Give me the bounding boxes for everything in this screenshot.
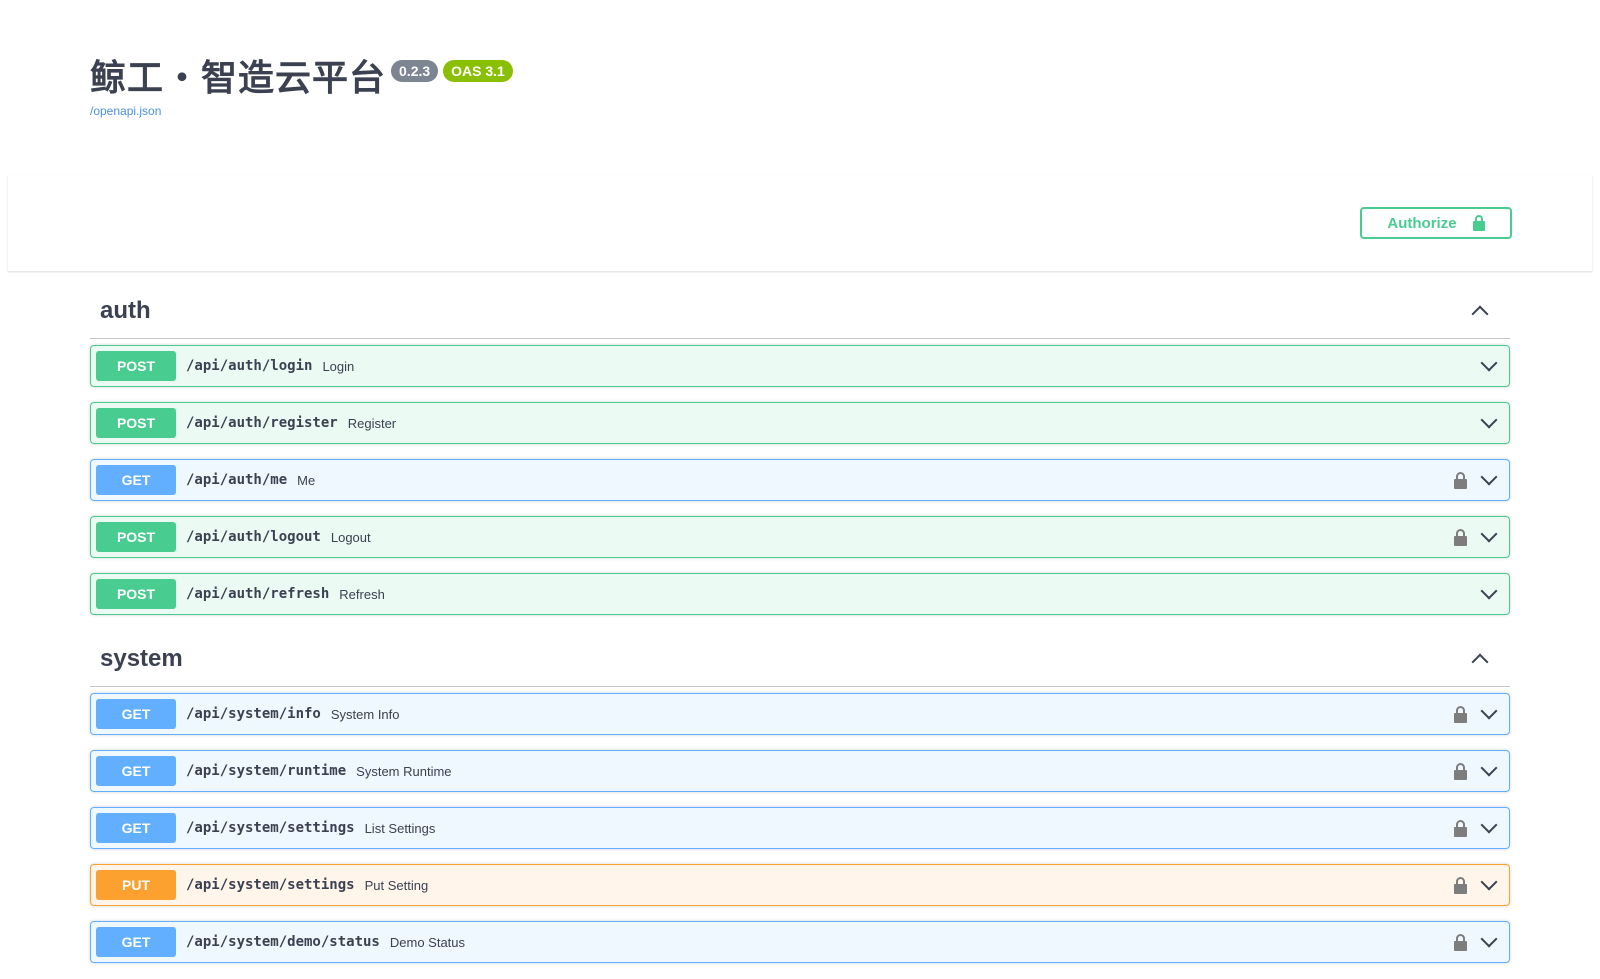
method-badge: POST — [96, 408, 176, 438]
tag-section-auth: auth POST/api/auth/login Login POST/api/aut… — [90, 283, 1510, 615]
method-badge: PUT — [96, 870, 176, 900]
operation-controls — [1454, 808, 1498, 848]
operation-block[interactable]: PUT/api/system/settings Put Setting — [90, 864, 1510, 906]
chevron-up-icon[interactable] — [1471, 653, 1489, 670]
unlocked-icon — [1472, 215, 1485, 231]
chevron-down-icon[interactable] — [1480, 930, 1498, 948]
operation-summary: System Info — [330, 706, 400, 722]
tag-header-system[interactable]: system — [90, 631, 1510, 687]
authorize-label: Authorize — [1387, 214, 1457, 232]
lock-icon[interactable] — [1454, 933, 1467, 951]
chevron-down-icon[interactable] — [1480, 816, 1498, 834]
operation-summary: Refresh — [339, 586, 385, 602]
operation-summary: System Runtime — [356, 763, 452, 779]
operation-path: /api/auth/logout — [186, 529, 321, 545]
authorize-button[interactable]: Authorize — [1360, 207, 1512, 239]
chevron-down-icon[interactable] — [1480, 411, 1498, 429]
operation-controls — [1454, 460, 1498, 500]
lock-icon[interactable] — [1454, 471, 1467, 489]
operation-block[interactable]: GET/api/system/info System Info — [90, 693, 1510, 735]
chevron-down-icon[interactable] — [1480, 468, 1498, 486]
operation-controls — [1480, 403, 1498, 443]
tag-name: auth — [100, 296, 151, 324]
operation-controls — [1454, 751, 1498, 791]
chevron-down-icon[interactable] — [1480, 582, 1498, 600]
oas-badge: OAS 3.1 — [443, 60, 513, 82]
version-badge: 0.2.3 — [391, 60, 439, 82]
openapi-json-link[interactable]: /openapi.json — [90, 104, 513, 118]
operation-path: /api/system/settings — [186, 877, 355, 893]
lock-icon[interactable] — [1454, 876, 1467, 894]
tag-name: system — [100, 644, 183, 672]
method-badge: GET — [96, 927, 176, 957]
lock-icon[interactable] — [1454, 528, 1467, 546]
operation-path: /api/auth/me — [186, 472, 288, 488]
tag-header-auth[interactable]: auth — [90, 283, 1510, 339]
method-badge: POST — [96, 579, 176, 609]
operation-summary: Put Setting — [364, 877, 429, 893]
method-badge: GET — [96, 465, 176, 495]
method-badge: GET — [96, 756, 176, 786]
operation-summary: Register — [347, 415, 397, 431]
chevron-down-icon[interactable] — [1480, 702, 1498, 720]
chevron-down-icon[interactable] — [1480, 354, 1498, 372]
operation-summary: Logout — [330, 529, 371, 545]
operation-summary: Demo Status — [389, 934, 466, 950]
operation-controls — [1480, 346, 1498, 386]
operation-summary: Login — [322, 358, 355, 374]
chevron-down-icon[interactable] — [1480, 525, 1498, 543]
lock-icon[interactable] — [1454, 762, 1467, 780]
operation-block[interactable]: POST/api/auth/login Login — [90, 345, 1510, 387]
operation-block[interactable]: GET/api/system/runtime System Runtime — [90, 750, 1510, 792]
chevron-up-icon[interactable] — [1471, 305, 1489, 322]
method-badge: GET — [96, 699, 176, 729]
lock-icon[interactable] — [1454, 705, 1467, 723]
operation-path: /api/auth/register — [186, 415, 338, 431]
operation-controls — [1454, 865, 1498, 905]
operation-path: /api/auth/refresh — [186, 586, 330, 602]
operation-block[interactable]: GET/api/system/settings List Settings — [90, 807, 1510, 849]
method-badge: POST — [96, 351, 176, 381]
operation-path: /api/auth/login — [186, 358, 313, 374]
method-badge: POST — [96, 522, 176, 552]
lock-icon[interactable] — [1454, 819, 1467, 837]
operation-controls — [1454, 922, 1498, 962]
api-info: 鲸工・智造云平台 0.2.3 OAS 3.1 /openapi.json — [90, 56, 513, 118]
operation-path: /api/system/demo/status — [186, 934, 380, 950]
chevron-down-icon[interactable] — [1480, 759, 1498, 777]
operation-path: /api/system/info — [186, 706, 321, 722]
operation-block[interactable]: GET/api/auth/me Me — [90, 459, 1510, 501]
title-row: 鲸工・智造云平台 0.2.3 OAS 3.1 — [90, 56, 513, 102]
operation-block[interactable]: GET/api/system/demo/status Demo Status — [90, 921, 1510, 963]
operation-block[interactable]: POST/api/auth/register Register — [90, 402, 1510, 444]
scheme-container: Authorize — [8, 175, 1592, 271]
operation-block[interactable]: POST/api/auth/refresh Refresh — [90, 573, 1510, 615]
page-title: 鲸工・智造云平台 — [90, 58, 387, 99]
operation-controls — [1454, 694, 1498, 734]
operation-path: /api/system/runtime — [186, 763, 347, 779]
method-badge: GET — [96, 813, 176, 843]
chevron-down-icon[interactable] — [1480, 873, 1498, 891]
operation-block[interactable]: POST/api/auth/logout Logout — [90, 516, 1510, 558]
operation-summary: List Settings — [364, 820, 436, 836]
operation-controls — [1454, 517, 1498, 557]
operation-summary: Me — [297, 472, 316, 488]
operation-controls — [1480, 574, 1498, 614]
operation-path: /api/system/settings — [186, 820, 355, 836]
operations-container: auth POST/api/auth/login Login POST/api/aut… — [90, 283, 1510, 979]
tag-section-system: system GET/api/system/info System Info GET /… — [90, 631, 1510, 963]
